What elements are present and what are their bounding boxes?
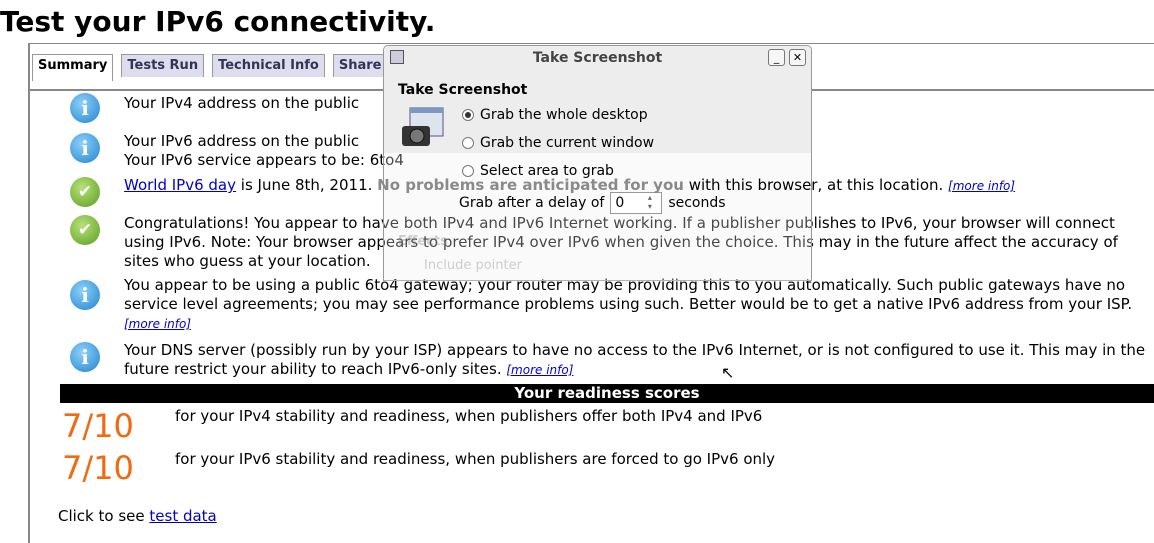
info-icon: i — [70, 280, 100, 310]
option-whole-desktop[interactable]: Grab the whole desktop — [462, 107, 648, 123]
ipv6-score-text: for your IPv6 stability and readiness, w… — [175, 450, 776, 468]
option-label: Grab the whole desktop — [480, 107, 648, 123]
include-pointer-checkbox[interactable]: Include pointer — [424, 258, 522, 273]
info-icon: i — [70, 342, 100, 372]
info-icon: i — [70, 93, 100, 123]
delay-label: Grab after a delay of — [459, 195, 605, 211]
mouse-pointer-icon: ↖ — [721, 363, 735, 382]
ipv4-score: 7/10 — [62, 407, 134, 445]
result-bold-text: No problems are anticipated for you — [377, 176, 684, 194]
tab-bar: Summary Tests Run Technical Info Share R — [32, 54, 403, 81]
option-label: Grab the current window — [480, 135, 655, 151]
ipv6-score: 7/10 — [62, 449, 134, 487]
footer: Click to see test data — [58, 507, 217, 525]
minimize-button[interactable]: _ — [768, 49, 785, 66]
camera-icon — [402, 107, 444, 146]
dialog-heading: Take Screenshot — [398, 82, 528, 98]
take-screenshot-dialog: Take Screenshot _ ✕ Take Screenshot Grab… — [383, 45, 812, 281]
effects-label: Effects — [398, 234, 448, 249]
ipv6-service-label: Your IPv6 service appears to be: — [124, 151, 370, 169]
check-icon: ✔ — [70, 215, 100, 245]
result-text: You appear to be using a public 6to4 gat… — [124, 276, 1133, 313]
tab-technical-info[interactable]: Technical Info — [212, 54, 325, 77]
readiness-heading: Your readiness scores — [60, 384, 1154, 403]
info-icon: i — [70, 133, 100, 163]
ipv4-score-text: for your IPv4 stability and readiness, w… — [175, 407, 763, 425]
footer-text: Click to see — [58, 507, 150, 525]
tab-summary[interactable]: Summary — [32, 54, 114, 81]
option-current-window[interactable]: Grab the current window — [462, 135, 654, 151]
result-dns: Your DNS server (possibly run by your IS… — [124, 341, 1154, 380]
delay-unit: seconds — [668, 195, 726, 211]
result-text: Your DNS server (possibly run by your IS… — [124, 341, 1146, 378]
check-icon: ✔ — [70, 177, 100, 207]
radio-selected[interactable] — [462, 109, 474, 121]
close-button[interactable]: ✕ — [789, 49, 806, 66]
more-info-link[interactable]: [more info] — [506, 363, 573, 377]
test-data-link[interactable]: test data — [149, 507, 216, 525]
more-info-link[interactable]: [more info] — [124, 317, 191, 331]
result-world-ipv6-day: World IPv6 day is June 8th, 2011. No pro… — [124, 176, 1154, 196]
radio[interactable] — [462, 137, 474, 149]
tab-tests-run[interactable]: Tests Run — [121, 54, 205, 77]
result-text: is June 8th, 2011. — [236, 176, 378, 194]
page-title: Test your IPv6 connectivity. — [0, 5, 436, 38]
result-6to4-gateway: You appear to be using a public 6to4 gat… — [124, 276, 1154, 334]
dialog-title: Take Screenshot — [532, 50, 663, 66]
world-ipv6-day-link[interactable]: World IPv6 day — [124, 176, 236, 194]
result-text: with this browser, at this location. — [683, 176, 949, 194]
more-info-link[interactable]: [more info] — [948, 179, 1015, 193]
